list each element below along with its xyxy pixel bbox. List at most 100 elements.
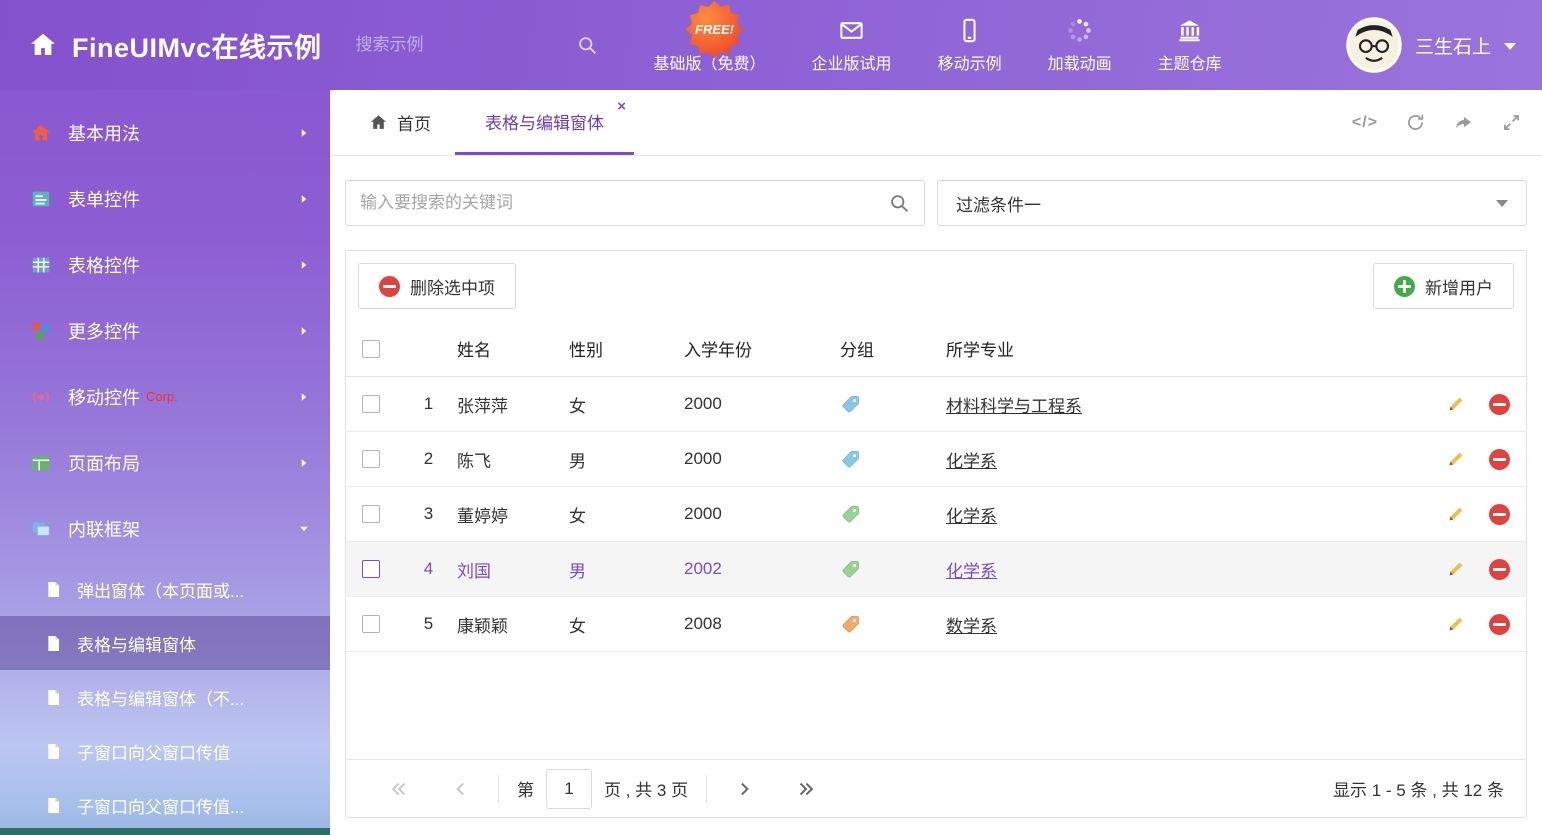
tab-grid-edit-window[interactable]: 表格与编辑窗体 × (455, 90, 634, 155)
page-prefix: 第 (517, 776, 534, 801)
cell-year: 2000 (684, 504, 834, 524)
col-gender: 性别 (569, 336, 684, 361)
table-row[interactable]: 3 董婷婷 女 2000 化学系 (346, 487, 1526, 542)
corp-badge: Corp. (146, 389, 178, 404)
sidebar-subitem-child-to-parent[interactable]: 子窗口向父窗口传值 (0, 724, 330, 778)
search-icon[interactable] (577, 35, 598, 56)
cell-gender: 女 (569, 612, 684, 637)
row-checkbox[interactable] (362, 505, 380, 523)
row-checkbox[interactable] (362, 615, 380, 633)
sidebar-item-more-controls[interactable]: 更多控件 (0, 298, 330, 364)
edit-icon[interactable] (1445, 613, 1467, 635)
sidebar-item-mobile-controls[interactable]: 移动控件 Corp. (0, 364, 330, 430)
tab-home[interactable]: 首页 (345, 90, 455, 155)
col-year: 入学年份 (684, 336, 834, 361)
sidebar-item-label: 页面布局 (68, 450, 140, 476)
sidebar-item-page-layout[interactable]: 页面布局 (0, 430, 330, 496)
expand-icon[interactable] (1501, 112, 1522, 133)
header-search-input[interactable] (356, 35, 577, 55)
chevron-right-icon (298, 325, 310, 337)
keyword-search-input[interactable] (360, 193, 889, 213)
table-row[interactable]: 4 刘国 男 2002 化学系 (346, 542, 1526, 597)
sidebar-item-grid-controls[interactable]: 表格控件 (0, 232, 330, 298)
edit-icon[interactable] (1445, 393, 1467, 415)
nav-item-loading-animation[interactable]: 加载动画 (1048, 17, 1112, 74)
sidebar-item-basic-usage[interactable]: 基本用法 (0, 100, 330, 166)
add-user-button[interactable]: 新增用户 (1373, 263, 1514, 309)
next-page-button[interactable] (713, 779, 775, 799)
nav-item-theme-store[interactable]: 主题仓库 (1158, 17, 1222, 74)
file-icon (44, 634, 63, 653)
major-link[interactable]: 化学系 (946, 452, 997, 471)
cell-name: 刘国 (451, 557, 569, 582)
frame-icon (30, 518, 52, 540)
minus-circle-icon (379, 276, 400, 297)
table-header: 姓名 性别 入学年份 分组 所学专业 (346, 321, 1526, 377)
app-title: FineUIMvc在线示例 (72, 26, 322, 65)
sidebar: 基本用法 表单控件 表格控件 更多控件 移动控件 Corp. (0, 90, 330, 835)
share-icon[interactable] (1453, 112, 1474, 133)
header-search[interactable] (356, 35, 566, 56)
chevron-down-icon (1496, 200, 1508, 207)
delete-icon[interactable] (1489, 559, 1510, 580)
sidebar-subitem-popup-window[interactable]: 弹出窗体（本页面或... (0, 562, 330, 616)
delete-icon[interactable] (1489, 504, 1510, 525)
filter-dropdown[interactable]: 过滤条件一 (937, 180, 1527, 226)
col-name: 姓名 (451, 336, 569, 361)
cell-name: 康颖颖 (451, 612, 569, 637)
last-page-button[interactable] (775, 779, 837, 799)
sidebar-subitem-label: 弹出窗体（本页面或... (77, 577, 244, 602)
record-summary: 显示 1 - 5 条 , 共 12 条 (1333, 776, 1504, 801)
sidebar-subitem-child-to-parent-2[interactable]: 子窗口向父窗口传值... (0, 778, 330, 832)
sidebar-item-form-controls[interactable]: 表单控件 (0, 166, 330, 232)
delete-button-label: 删除选中项 (410, 274, 495, 299)
cell-gender: 女 (569, 392, 684, 417)
select-all-checkbox[interactable] (362, 340, 380, 358)
spinner-icon (1066, 17, 1093, 44)
nav-item-mobile-demo[interactable]: 移动示例 (938, 17, 1002, 74)
brand[interactable]: FineUIMvc在线示例 (0, 26, 322, 65)
bank-icon (1176, 17, 1203, 44)
edit-icon[interactable] (1445, 558, 1467, 580)
user-menu[interactable]: 三生石上 (1346, 17, 1516, 73)
table-row[interactable]: 5 康颖颖 女 2008 数学系 (346, 597, 1526, 652)
sidebar-subitem-grid-edit-window[interactable]: 表格与编辑窗体 (0, 616, 330, 670)
nav-item-enterprise-trial[interactable]: 企业版试用 (812, 17, 892, 74)
major-link[interactable]: 化学系 (946, 562, 997, 581)
table-row[interactable]: 2 陈飞 男 2000 化学系 (346, 432, 1526, 487)
row-checkbox[interactable] (362, 395, 380, 413)
filter-row: 过滤条件一 (330, 156, 1542, 226)
cell-name: 董婷婷 (451, 502, 569, 527)
home-icon (369, 113, 388, 132)
layout-icon (30, 452, 52, 474)
delete-selected-button[interactable]: 删除选中项 (358, 263, 516, 309)
row-checkbox[interactable] (362, 560, 380, 578)
major-link[interactable]: 数学系 (946, 617, 997, 636)
row-number: 1 (406, 394, 451, 414)
row-number: 4 (406, 559, 451, 579)
sidebar-subitem-label: 表格与编辑窗体 (77, 631, 196, 656)
tab-label: 表格与编辑窗体 (485, 109, 604, 134)
delete-icon[interactable] (1489, 394, 1510, 415)
close-icon[interactable]: × (617, 99, 626, 114)
page-number-input[interactable] (546, 769, 592, 809)
delete-icon[interactable] (1489, 614, 1510, 635)
table-row[interactable]: 1 张萍萍 女 2000 材料科学与工程系 (346, 377, 1526, 432)
search-icon[interactable] (889, 193, 910, 214)
edit-icon[interactable] (1445, 503, 1467, 525)
delete-icon[interactable] (1489, 449, 1510, 470)
first-page-button[interactable] (368, 779, 430, 799)
row-checkbox[interactable] (362, 450, 380, 468)
sidebar-item-inline-frame[interactable]: 内联框架 (0, 496, 330, 562)
edit-icon[interactable] (1445, 448, 1467, 470)
sidebar-item-label: 移动控件 (68, 384, 140, 410)
sidebar-subitem-grid-edit-window-2[interactable]: 表格与编辑窗体（不... (0, 670, 330, 724)
keyword-search[interactable] (345, 180, 925, 226)
tab-bar: 首页 表格与编辑窗体 × </> (330, 90, 1542, 156)
code-icon[interactable]: </> (1352, 114, 1378, 132)
major-link[interactable]: 化学系 (946, 507, 997, 526)
refresh-icon[interactable] (1405, 112, 1426, 133)
sidebar-item-label: 表单控件 (68, 186, 140, 212)
major-link[interactable]: 材料科学与工程系 (946, 397, 1082, 416)
previous-page-button[interactable] (430, 779, 492, 799)
